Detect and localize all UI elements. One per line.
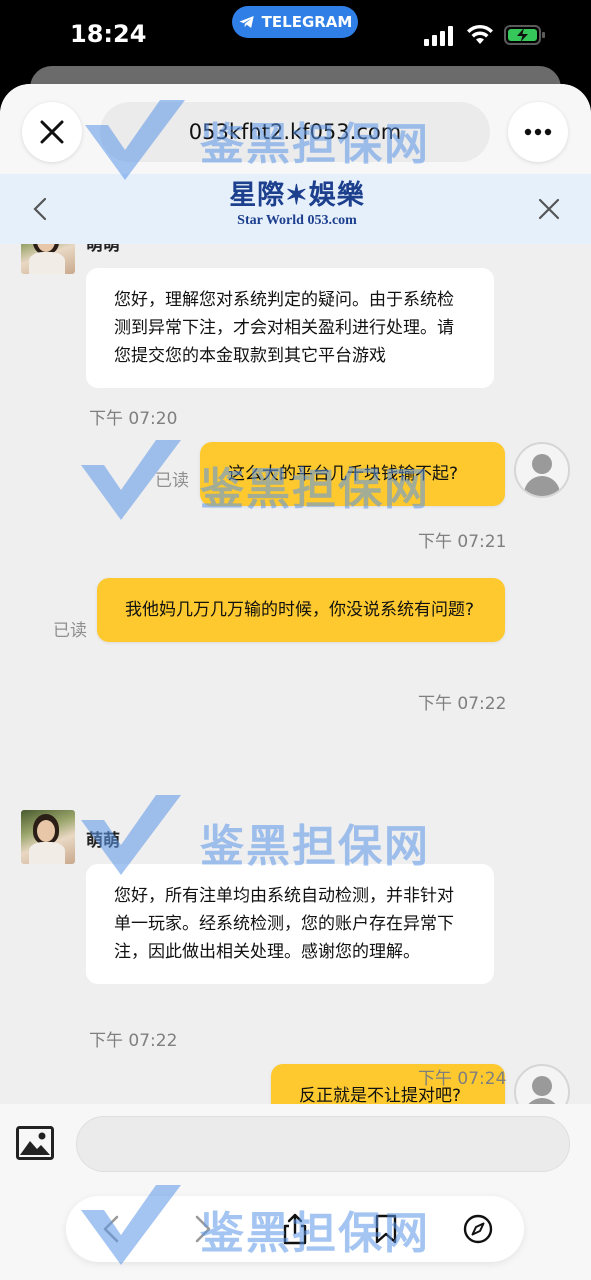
cellular-signal-icon xyxy=(424,26,453,46)
agent-name: 萌萌 xyxy=(86,244,120,255)
chat-thread[interactable]: 萌萌 您好，理解您对系统判定的疑问。由于系统检测到异常下注，才会对相关盈利进行处… xyxy=(0,244,591,1104)
browser-close-button[interactable] xyxy=(22,102,82,162)
incoming-message: 您好，理解您对系统判定的疑问。由于系统检测到异常下注，才会对相关盈利进行处理。请… xyxy=(86,268,494,388)
message-time: 下午 07:20 xyxy=(89,409,178,429)
bookmark-icon[interactable] xyxy=(370,1213,402,1245)
read-status: 已读 xyxy=(155,471,189,491)
read-status: 已读 xyxy=(53,621,87,641)
incoming-message: 您好，所有注单均由系统自动检测，并非针对单一玩家。经系统检测，您的账户存在异常下… xyxy=(86,864,494,984)
logo-english: Star World 053.com xyxy=(237,213,357,228)
message-time: 下午 07:22 xyxy=(418,694,507,714)
agent-name: 萌萌 xyxy=(86,831,120,851)
message-time: 下午 07:24 xyxy=(418,1069,507,1089)
telegram-label: TELEGRAM xyxy=(261,13,353,31)
telegram-pill[interactable]: TELEGRAM xyxy=(232,6,358,38)
user-avatar xyxy=(514,442,570,498)
logo-chinese: 星際✶娛樂 xyxy=(229,180,365,211)
browser-toolbar xyxy=(66,1196,524,1262)
status-bar: 18:24 TELEGRAM xyxy=(0,0,591,66)
browser-top-bar: 053kfht2.kf053.com xyxy=(0,84,591,174)
agent-avatar xyxy=(21,244,75,274)
url-field[interactable]: 053kfht2.kf053.com xyxy=(100,102,490,162)
input-area xyxy=(0,1104,591,1280)
more-icon xyxy=(524,128,552,136)
close-icon[interactable] xyxy=(536,196,562,222)
site-logo: 星際✶娛樂 Star World 053.com xyxy=(222,180,372,238)
browser-more-button[interactable] xyxy=(508,102,568,162)
close-icon xyxy=(40,120,64,144)
site-header: 星際✶娛樂 Star World 053.com xyxy=(0,174,591,244)
forward-icon[interactable] xyxy=(186,1213,218,1245)
compass-icon[interactable] xyxy=(462,1213,494,1245)
back-icon[interactable] xyxy=(96,1213,128,1245)
agent-avatar xyxy=(21,810,75,864)
message-input[interactable] xyxy=(76,1116,570,1172)
status-time: 18:24 xyxy=(70,20,147,48)
outgoing-message: 我他妈几万几万输的时候，你没说系统有问题? xyxy=(97,578,505,642)
user-avatar xyxy=(514,1064,570,1104)
share-icon[interactable] xyxy=(279,1213,311,1245)
chevron-left-icon[interactable] xyxy=(28,196,54,222)
browser-sheet: 053kfht2.kf053.com 星際✶娛樂 Star World 053.… xyxy=(0,84,591,1280)
message-time: 下午 07:21 xyxy=(418,532,507,552)
telegram-icon xyxy=(239,16,254,28)
outgoing-message: 这么大的平台几千块钱输不起? xyxy=(200,442,505,506)
image-icon[interactable] xyxy=(16,1126,54,1160)
message-time: 下午 07:22 xyxy=(89,1031,178,1051)
battery-charging-icon xyxy=(504,25,545,45)
wifi-icon xyxy=(467,24,493,44)
